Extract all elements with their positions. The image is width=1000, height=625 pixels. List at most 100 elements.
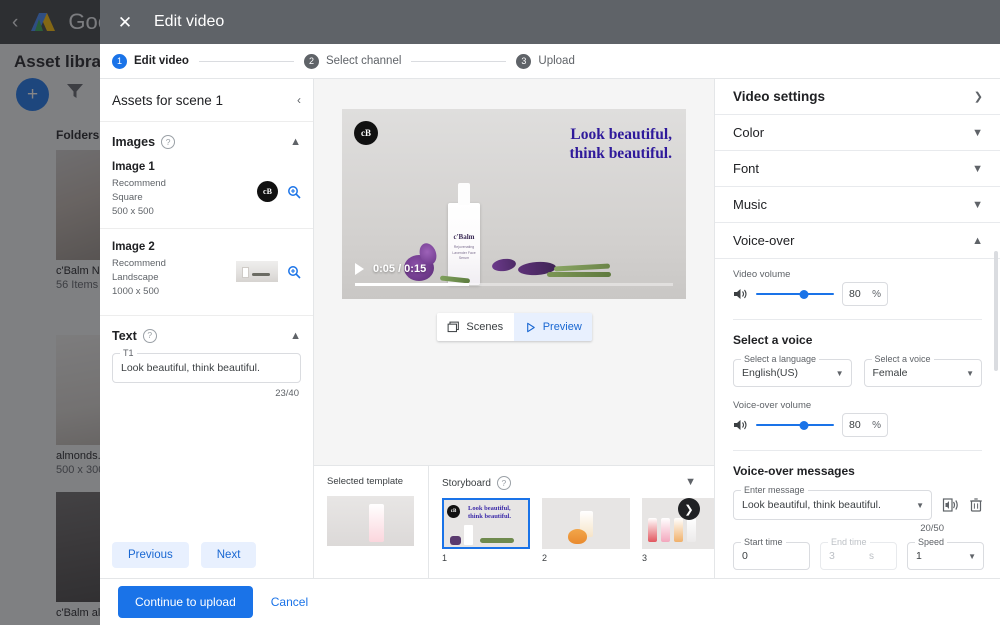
storyboard-frame-2[interactable]: 2 [542, 498, 630, 563]
frame-caption: Look beautiful, think beautiful. [468, 505, 511, 522]
section-video-settings[interactable]: Video settings ❯ [715, 79, 1000, 115]
step-connector [411, 61, 506, 62]
next-button[interactable]: Next [201, 542, 257, 568]
text-t1-counter: 23/40 [100, 388, 299, 399]
wizard-stepper: 1 Edit video 2 Select channel 3 Upload [100, 44, 1000, 79]
language-label: Select a language [741, 354, 819, 364]
modal-header: ✕ Edit video [100, 0, 1000, 44]
chevron-down-icon[interactable]: ▼ [916, 501, 924, 510]
chevron-left-icon[interactable]: ‹ [297, 93, 301, 107]
images-section-header[interactable]: Images ? ▲ [100, 122, 313, 155]
storyboard-frame-1[interactable]: cB Look beautiful, think beautiful. [442, 498, 530, 563]
video-volume-input[interactable]: 80 % [842, 282, 888, 306]
section-voice-over[interactable]: Voice-over ▲ [715, 223, 1000, 259]
rec-line-3: 1000 x 500 [112, 285, 166, 299]
rec-line-2: Square [112, 191, 166, 205]
step-label: Upload [538, 55, 574, 67]
storyboard-next-button[interactable]: ❯ [678, 498, 700, 520]
trash-icon[interactable] [968, 497, 984, 513]
section-color[interactable]: Color ▼ [715, 115, 1000, 151]
step-number: 2 [304, 54, 319, 69]
asset-thumbnail[interactable] [236, 261, 278, 282]
frame-number: 1 [442, 553, 530, 563]
continue-to-upload-button[interactable]: Continue to upload [118, 586, 253, 618]
video-volume-value: 80 [849, 288, 861, 300]
step-select-channel[interactable]: 2 Select channel [304, 54, 401, 69]
player-progress-bar[interactable] [355, 283, 673, 286]
product-bottle: c'Balm RejuvenatingLavender Face Serum [448, 203, 480, 285]
section-title: Color [733, 125, 764, 140]
play-icon [524, 321, 537, 334]
video-volume-slider[interactable] [756, 287, 834, 301]
chevron-down-icon[interactable]: ▼ [836, 369, 844, 378]
tab-preview[interactable]: Preview [514, 313, 592, 341]
text-t1-value: Look beautiful, think beautiful. [121, 362, 260, 374]
message-select[interactable]: Enter message Look beautiful, think beau… [733, 490, 932, 520]
message-row: Enter message Look beautiful, think beau… [715, 478, 1000, 520]
swap-image-icon[interactable] [287, 185, 301, 199]
chevron-down-icon[interactable]: ▼ [685, 476, 696, 488]
start-time-field[interactable]: Start time 0 [733, 542, 810, 570]
text-section-header[interactable]: Text ? ▲ [100, 316, 313, 349]
video-player[interactable]: cB Look beautiful, think beautiful. c'Ba… [342, 109, 686, 299]
help-icon[interactable]: ? [161, 135, 175, 149]
tab-label: Preview [543, 321, 582, 333]
preview-panel: cB Look beautiful, think beautiful. c'Ba… [314, 79, 714, 578]
close-icon[interactable]: ✕ [114, 11, 136, 33]
player-time: 0:05 / 0:15 [373, 263, 426, 275]
vo-volume-control: Voice-over volume 80 % [715, 387, 1000, 437]
settings-scrollbar[interactable] [994, 251, 998, 371]
section-font[interactable]: Font ▼ [715, 151, 1000, 187]
text-t1-field[interactable]: T1 Look beautiful, think beautiful. [112, 353, 301, 383]
help-icon[interactable]: ? [143, 329, 157, 343]
chevron-up-icon[interactable]: ▲ [972, 235, 983, 247]
frame-orange [568, 529, 587, 544]
storyboard-header: Storyboard ? [442, 476, 714, 490]
chevron-down-icon[interactable]: ▼ [972, 163, 983, 175]
chevron-down-icon[interactable]: ▼ [972, 127, 983, 139]
chevron-down-icon[interactable]: ▼ [972, 199, 983, 211]
asset-thumbnail[interactable]: cB [257, 181, 278, 202]
section-title: Font [733, 161, 759, 176]
video-volume-label: Video volume [733, 269, 982, 280]
chevron-up-icon[interactable]: ▲ [290, 330, 301, 342]
tab-scenes[interactable]: Scenes [437, 313, 515, 341]
select-voice-heading: Select a voice [715, 320, 1000, 347]
chevron-up-icon[interactable]: ▲ [290, 136, 301, 148]
voice-over-messages-heading: Voice-over messages [715, 451, 1000, 478]
section-title: Music [733, 197, 767, 212]
video-volume-control: Video volume 80 % [715, 259, 1000, 306]
step-label: Select channel [326, 55, 401, 67]
step-edit-video[interactable]: 1 Edit video [112, 54, 189, 69]
brand-logo-icon: cB [354, 121, 378, 145]
chevron-right-icon[interactable]: ❯ [974, 90, 983, 103]
voice-select[interactable]: Select a voice Female ▼ [864, 359, 983, 387]
section-music[interactable]: Music ▼ [715, 187, 1000, 223]
cancel-button[interactable]: Cancel [271, 595, 308, 609]
help-icon[interactable]: ? [497, 476, 511, 490]
player-controls[interactable]: 0:05 / 0:15 [355, 263, 426, 275]
preview-tabs: Scenes Preview [437, 313, 592, 341]
vo-volume-slider[interactable] [756, 418, 834, 432]
voice-selectors: Select a language English(US) ▼ Select a… [715, 347, 1000, 387]
speed-value: 1 [916, 550, 922, 562]
layers-icon [447, 321, 460, 334]
play-icon[interactable] [355, 263, 364, 275]
step-upload[interactable]: 3 Upload [516, 54, 574, 69]
frame-bottle [464, 525, 473, 545]
asset-image-2: Image 2 Recommend Landscape 1000 x 500 [100, 228, 313, 308]
chevron-down-icon[interactable]: ▼ [968, 552, 976, 561]
speed-select[interactable]: Speed 1 ▼ [907, 542, 984, 570]
volume-icon [733, 287, 748, 301]
frame-tube [674, 518, 683, 542]
step-connector [199, 61, 294, 62]
vo-volume-input[interactable]: 80 % [842, 413, 888, 437]
lavender-stem [554, 264, 610, 272]
swap-image-icon[interactable] [287, 265, 301, 279]
assets-panel-header: Assets for scene 1 ‹ [100, 79, 313, 122]
template-thumbnail[interactable] [327, 496, 414, 546]
previous-button[interactable]: Previous [112, 542, 189, 568]
language-select[interactable]: Select a language English(US) ▼ [733, 359, 852, 387]
speaker-play-icon[interactable] [942, 497, 958, 513]
chevron-down-icon[interactable]: ▼ [966, 369, 974, 378]
